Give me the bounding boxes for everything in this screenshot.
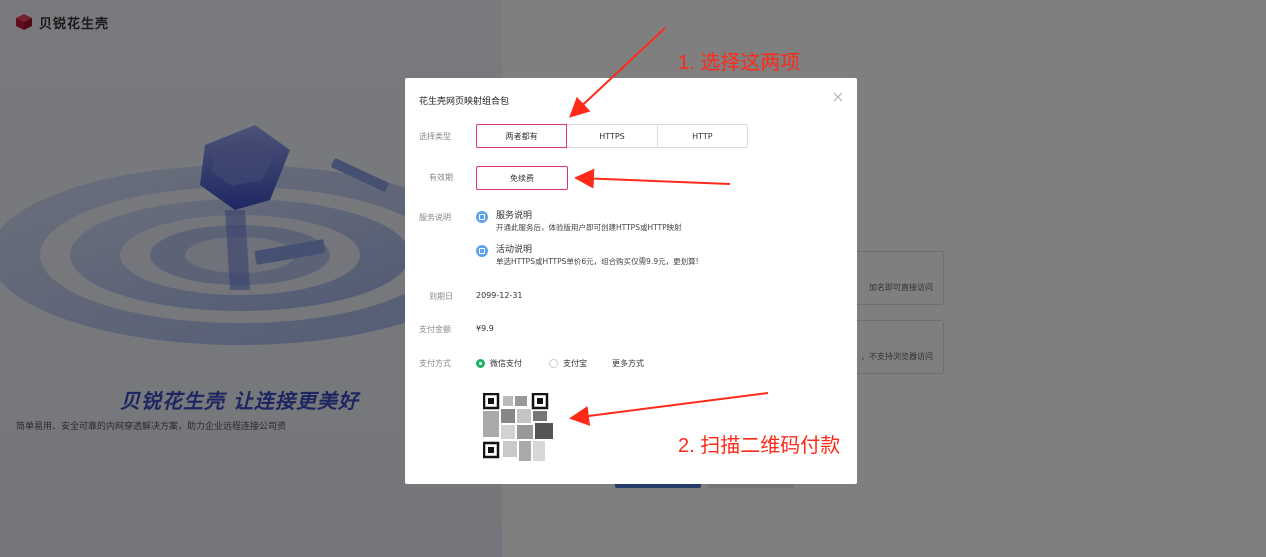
amount-value: ¥9.9 xyxy=(476,324,494,333)
service-label: 服务说明 xyxy=(419,213,451,222)
service-info-title: 服务说明 xyxy=(496,211,533,221)
payment-option-alipay[interactable]: 支付宝 xyxy=(549,358,587,369)
expiry-label: 到期日 xyxy=(429,292,453,301)
activity-info-desc: 单选HTTPS或HTTPS单价6元，组合购买仅需9.9元，更划算! xyxy=(496,257,699,266)
info-icon xyxy=(476,211,488,223)
type-option-http[interactable]: HTTP xyxy=(656,124,748,148)
amount-label: 支付金额 xyxy=(419,325,451,334)
service-info-desc: 开通此服务后，体验版用户即可创建HTTPS或HTTP映射 xyxy=(496,223,682,232)
radio-unchecked-icon xyxy=(549,359,558,368)
close-icon[interactable] xyxy=(832,91,844,103)
expiry-value: 2099-12-31 xyxy=(476,291,523,300)
annotation-step-1: 1. 选择这两项 xyxy=(678,52,801,74)
type-option-https[interactable]: HTTPS xyxy=(566,124,658,148)
type-label: 选择类型 xyxy=(419,132,451,141)
payment-option-label: 微信支付 xyxy=(490,359,522,368)
annotation-step-2: 2. 扫描二维码付款 xyxy=(678,435,841,457)
validity-option-renewal-free[interactable]: 免续费 xyxy=(476,166,568,190)
payment-option-label: 更多方式 xyxy=(612,359,644,368)
radio-checked-icon xyxy=(476,359,485,368)
payment-option-more[interactable]: 更多方式 xyxy=(612,358,644,369)
type-option-both[interactable]: 两者都有 xyxy=(476,124,568,148)
payment-label: 支付方式 xyxy=(419,359,451,368)
payment-option-label: 支付宝 xyxy=(563,359,587,368)
purchase-dialog: 花生壳网页映射组合包 选择类型 两者都有 HTTPS HTTP 有效期 免续费 … xyxy=(405,78,857,484)
type-selector: 两者都有 HTTPS HTTP xyxy=(476,124,748,148)
payment-qr-code xyxy=(483,393,555,463)
activity-info-title: 活动说明 xyxy=(496,245,533,255)
payment-option-wechat[interactable]: 微信支付 xyxy=(476,358,522,369)
dialog-title: 花生壳网页映射组合包 xyxy=(419,97,510,107)
validity-label: 有效期 xyxy=(429,173,453,182)
info-icon xyxy=(476,245,488,257)
